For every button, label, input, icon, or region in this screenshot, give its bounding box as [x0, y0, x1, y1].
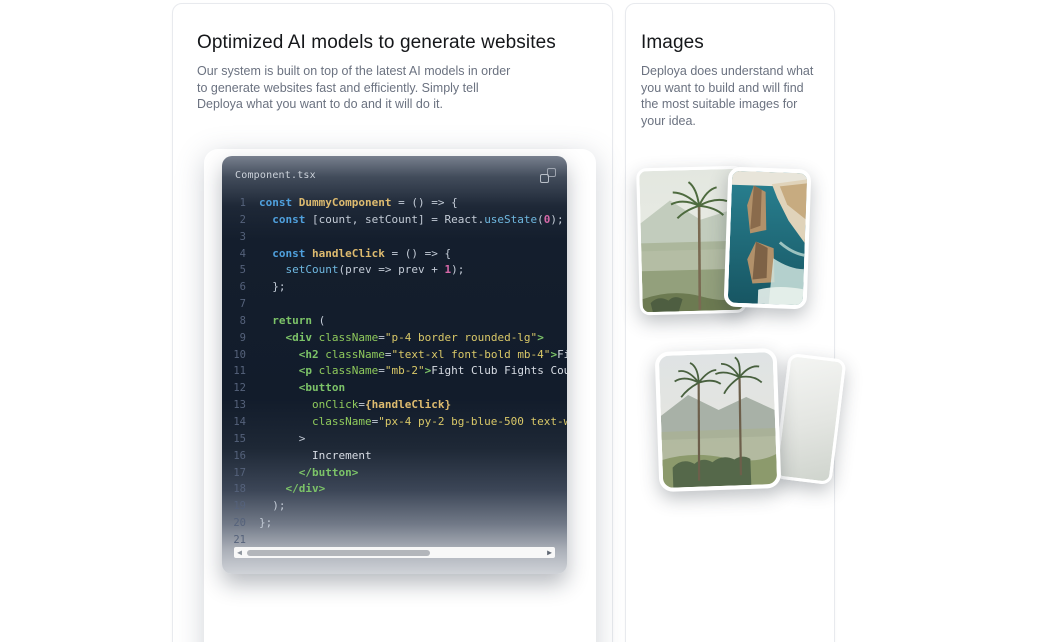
line-number: 19 — [222, 498, 246, 515]
code-text: </div> — [259, 481, 325, 498]
card-images: Images Deploya does understand what you … — [625, 3, 835, 642]
code-text: > — [259, 431, 305, 448]
copy-icon[interactable] — [540, 168, 556, 184]
code-text: onClick={handleClick} — [259, 397, 451, 414]
card-ai-models-description: Our system is built on top of the latest… — [197, 63, 527, 113]
code-line: 14 className="px-4 py-2 bg-blue-500 text… — [222, 414, 567, 431]
code-line: 16 Increment — [222, 448, 567, 465]
card-ai-models-title: Optimized AI models to generate websites — [197, 32, 556, 54]
line-number: 8 — [222, 313, 246, 330]
code-editor: Component.tsx 1 const DummyComponent = ()… — [222, 156, 567, 574]
code-lines: 1const DummyComponent = () => {2 const [… — [222, 195, 567, 549]
line-number: 17 — [222, 465, 246, 482]
code-text: ); — [259, 498, 286, 515]
line-number: 9 — [222, 330, 246, 347]
code-text: <p className="mb-2">Fight Club Fights Co… — [259, 363, 567, 380]
code-text: const handleClick = () => { — [259, 246, 451, 263]
code-text: <div className="p-4 border rounded-lg"> — [259, 330, 544, 347]
line-number: 15 — [222, 431, 246, 448]
copy-icon-front-square — [540, 174, 549, 183]
code-line: 13 onClick={handleClick} — [222, 397, 567, 414]
code-line: 20}; — [222, 515, 567, 532]
code-line: 2 const [count, setCount] = React.useSta… — [222, 212, 567, 229]
back-photo-partial — [774, 353, 847, 485]
editor-panel: Component.tsx 1 const DummyComponent = ()… — [204, 149, 596, 642]
code-line: 6 }; — [222, 279, 567, 296]
code-editor-header: Component.tsx — [222, 156, 567, 194]
line-number: 2 — [222, 212, 246, 229]
horizontal-scrollbar[interactable]: ◀ ▶ — [234, 547, 555, 558]
line-number: 3 — [222, 229, 246, 246]
card-images-title: Images — [641, 32, 704, 54]
card-ai-models: Optimized AI models to generate websites… — [172, 3, 613, 642]
code-text: }; — [259, 515, 272, 532]
code-text: const [count, setCount] = React.useState… — [259, 212, 564, 229]
teal-coast-cliffs-photo — [724, 167, 812, 310]
line-number: 12 — [222, 380, 246, 397]
code-line: 10 <h2 className="text-xl font-bold mb-4… — [222, 347, 567, 364]
code-line: 18 </div> — [222, 481, 567, 498]
code-line: 1 const DummyComponent = () => { — [222, 195, 567, 212]
code-line: 19 ); — [222, 498, 567, 515]
line-number: 1 — [222, 195, 246, 212]
code-line: 3 — [222, 229, 567, 246]
code-text: <button — [259, 380, 345, 397]
code-line: 15 > — [222, 431, 567, 448]
code-line: 7 — [222, 296, 567, 313]
code-text: <h2 className="text-xl font-bold mb-4">F… — [259, 347, 567, 364]
code-text: const DummyComponent = () => { — [259, 195, 458, 212]
code-line: 5 setCount(prev => prev + 1); — [222, 262, 567, 279]
scrollbar-thumb[interactable] — [247, 550, 430, 556]
line-number: 10 — [222, 347, 246, 364]
code-line: 4 const handleClick = () => { — [222, 246, 567, 263]
page: Optimized AI models to generate websites… — [0, 0, 1037, 642]
line-number: 4 — [222, 246, 246, 263]
line-number: 6 — [222, 279, 246, 296]
code-text: }; — [259, 279, 286, 296]
two-palms-misty-valley-photo — [655, 348, 782, 492]
line-number: 7 — [222, 296, 246, 313]
line-number: 5 — [222, 262, 246, 279]
scroll-left-arrow-icon[interactable]: ◀ — [234, 547, 245, 558]
code-text: Increment — [259, 448, 372, 465]
code-line: 11 <p className="mb-2">Fight Club Fights… — [222, 363, 567, 380]
code-text: </button> — [259, 465, 358, 482]
code-text: className="px-4 py-2 bg-blue-500 text-wh — [259, 414, 567, 431]
code-line: 12 <button — [222, 380, 567, 397]
code-text: return ( — [259, 313, 325, 330]
line-number: 18 — [222, 481, 246, 498]
filename-label: Component.tsx — [235, 170, 316, 181]
line-number: 13 — [222, 397, 246, 414]
code-text: setCount(prev => prev + 1); — [259, 262, 464, 279]
code-line: 9 <div className="p-4 border rounded-lg"… — [222, 330, 567, 347]
line-number: 16 — [222, 448, 246, 465]
line-number: 14 — [222, 414, 246, 431]
line-number: 11 — [222, 363, 246, 380]
code-line: 8 return ( — [222, 313, 567, 330]
scroll-right-arrow-icon[interactable]: ▶ — [544, 547, 555, 558]
card-images-description: Deploya does understand what you want to… — [641, 63, 821, 129]
line-number: 20 — [222, 515, 246, 532]
code-line: 17 </button> — [222, 465, 567, 482]
